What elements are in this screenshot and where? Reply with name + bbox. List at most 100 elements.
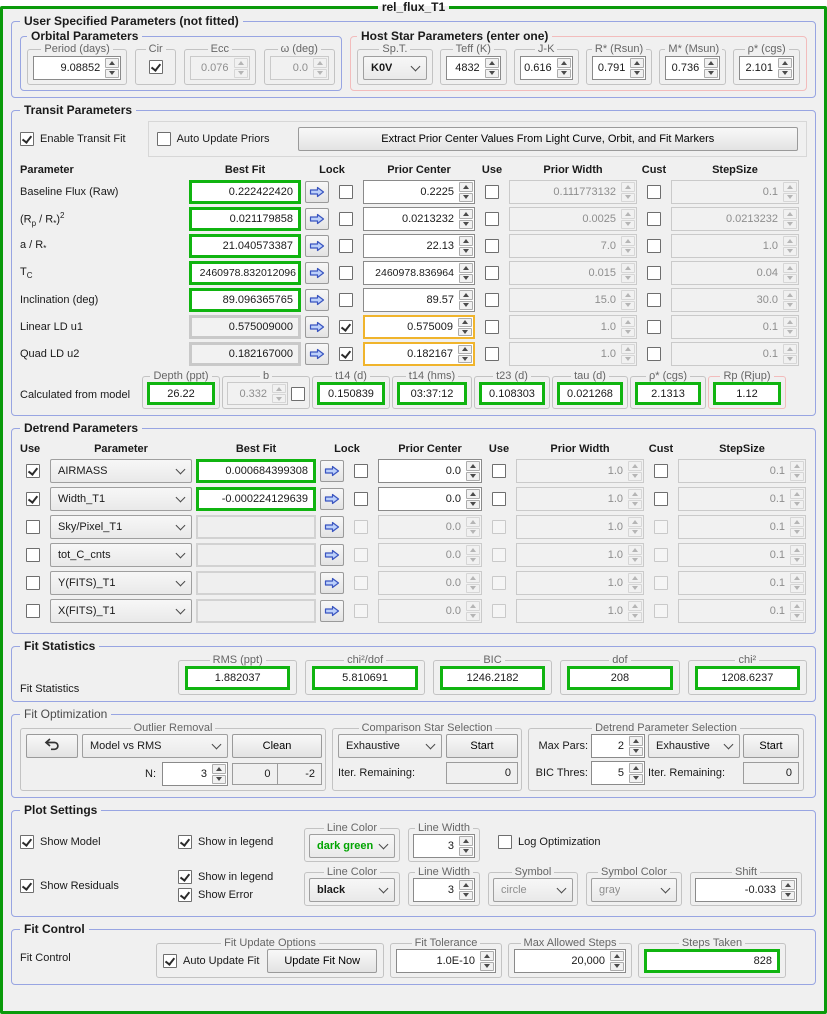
spinner-down-icon[interactable] <box>272 394 286 403</box>
prior-center-spinner[interactable]: 0.0213232 <box>363 207 475 231</box>
spinner-up-icon[interactable] <box>781 880 795 890</box>
detrend-parameter-select[interactable]: Width_T1 <box>50 487 192 511</box>
cust-stepsize-checkbox[interactable] <box>647 266 661 280</box>
spinner-up-icon[interactable] <box>628 461 642 471</box>
spinner-up-icon[interactable] <box>783 290 797 300</box>
spinner-down-icon[interactable] <box>466 611 480 621</box>
copy-best-fit-to-prior-button[interactable] <box>320 488 344 510</box>
spinner-down-icon[interactable] <box>466 499 480 509</box>
spinner-down-icon[interactable] <box>459 846 473 856</box>
update-fit-now-button[interactable]: Update Fit Now <box>267 949 377 973</box>
clean-button[interactable]: Clean <box>232 734 322 758</box>
spinner-up-icon[interactable] <box>629 763 643 773</box>
spinner-up-icon[interactable] <box>466 573 480 583</box>
spinner-down-icon[interactable] <box>621 192 635 202</box>
spinner-down-icon[interactable] <box>783 327 797 337</box>
spinner-down-icon[interactable] <box>628 583 642 593</box>
spinner-up-icon[interactable] <box>630 58 645 68</box>
lock-checkbox[interactable] <box>339 320 353 334</box>
auto-update-priors-checkbox[interactable] <box>156 132 171 146</box>
spinner-up-icon[interactable] <box>628 517 642 527</box>
spinner-up-icon[interactable] <box>777 58 792 68</box>
spinner-up-icon[interactable] <box>459 209 473 219</box>
copy-best-fit-to-prior-button[interactable] <box>305 343 329 365</box>
cust-stepsize-checkbox[interactable] <box>654 464 668 478</box>
spinner-down-icon[interactable] <box>484 68 499 78</box>
spinner-up-icon[interactable] <box>621 236 635 246</box>
use-prior-checkbox[interactable] <box>485 347 499 361</box>
spinner-up-icon[interactable] <box>480 951 494 961</box>
spinner-up-icon[interactable] <box>628 573 642 583</box>
spinner-up-icon[interactable] <box>459 263 473 273</box>
use-detrend-checkbox[interactable] <box>26 464 40 478</box>
copy-best-fit-to-prior-button[interactable] <box>305 262 329 284</box>
undo-clean-button[interactable] <box>26 734 78 758</box>
period-spinner[interactable]: 9.08852 <box>33 56 122 80</box>
spinner-up-icon[interactable] <box>621 317 635 327</box>
m-star-spinner[interactable]: 0.736 <box>665 56 721 80</box>
spinner-down-icon[interactable] <box>459 219 473 229</box>
use-prior-checkbox[interactable] <box>485 239 499 253</box>
spinner-down-icon[interactable] <box>783 273 797 283</box>
max-allowed-steps-spinner[interactable]: 20,000 <box>514 949 626 973</box>
model-line-color-select[interactable]: dark green <box>309 834 395 858</box>
spinner-down-icon[interactable] <box>459 300 473 310</box>
spinner-up-icon[interactable] <box>466 461 480 471</box>
spinner-down-icon[interactable] <box>790 527 804 537</box>
use-detrend-checkbox[interactable] <box>26 548 40 562</box>
spinner-up-icon[interactable] <box>790 489 804 499</box>
copy-best-fit-to-prior-button[interactable] <box>305 181 329 203</box>
cust-stepsize-checkbox[interactable] <box>647 212 661 226</box>
spinner-up-icon[interactable] <box>790 517 804 527</box>
lock-checkbox[interactable] <box>354 492 368 506</box>
bic-thres-spinner[interactable]: 5 <box>591 761 645 785</box>
model-line-width-spinner[interactable]: 3 <box>413 834 475 858</box>
spinner-down-icon[interactable] <box>783 219 797 229</box>
log-optimization-checkbox[interactable] <box>498 835 512 849</box>
residuals-line-width-spinner[interactable]: 3 <box>413 878 475 902</box>
spinner-down-icon[interactable] <box>783 246 797 256</box>
comparison-start-button[interactable]: Start <box>446 734 518 758</box>
spinner-up-icon[interactable] <box>790 461 804 471</box>
copy-best-fit-to-prior-button[interactable] <box>320 516 344 538</box>
spinner-up-icon[interactable] <box>783 236 797 246</box>
spinner-down-icon[interactable] <box>630 68 645 78</box>
lock-checkbox[interactable] <box>354 464 368 478</box>
spinner-up-icon[interactable] <box>790 573 804 583</box>
use-prior-checkbox[interactable] <box>485 293 499 307</box>
spinner-up-icon[interactable] <box>621 263 635 273</box>
spinner-up-icon[interactable] <box>459 290 473 300</box>
spinner-down-icon[interactable] <box>466 527 480 537</box>
spinner-down-icon[interactable] <box>458 354 472 363</box>
spinner-up-icon[interactable] <box>783 209 797 219</box>
spinner-up-icon[interactable] <box>704 58 719 68</box>
use-detrend-checkbox[interactable] <box>26 604 40 618</box>
spinner-down-icon[interactable] <box>628 499 642 509</box>
show-error-checkbox[interactable] <box>178 888 192 902</box>
detrend-start-button[interactable]: Start <box>743 734 799 758</box>
cust-stepsize-checkbox[interactable] <box>647 293 661 307</box>
use-prior-checkbox[interactable] <box>485 266 499 280</box>
use-detrend-checkbox[interactable] <box>26 520 40 534</box>
spinner-down-icon[interactable] <box>790 611 804 621</box>
spinner-down-icon[interactable] <box>628 611 642 621</box>
spinner-up-icon[interactable] <box>458 345 472 354</box>
spinner-up-icon[interactable] <box>621 344 635 354</box>
spinner-up-icon[interactable] <box>783 317 797 327</box>
spinner-down-icon[interactable] <box>628 471 642 481</box>
spinner-up-icon[interactable] <box>484 58 499 68</box>
spinner-down-icon[interactable] <box>777 68 792 78</box>
spinner-up-icon[interactable] <box>783 263 797 273</box>
teff-spinner[interactable]: 4832 <box>445 56 501 80</box>
spinner-down-icon[interactable] <box>790 555 804 565</box>
fit-tolerance-spinner[interactable]: 1.0E-10 <box>396 949 496 973</box>
spinner-down-icon[interactable] <box>790 471 804 481</box>
spinner-down-icon[interactable] <box>621 273 635 283</box>
spinner-down-icon[interactable] <box>790 499 804 509</box>
use-prior-checkbox[interactable] <box>485 185 499 199</box>
prior-center-spinner[interactable]: 22.13 <box>363 234 475 258</box>
use-prior-checkbox[interactable] <box>492 492 506 506</box>
spinner-up-icon[interactable] <box>466 601 480 611</box>
copy-best-fit-to-prior-button[interactable] <box>320 600 344 622</box>
spinner-up-icon[interactable] <box>629 736 643 746</box>
